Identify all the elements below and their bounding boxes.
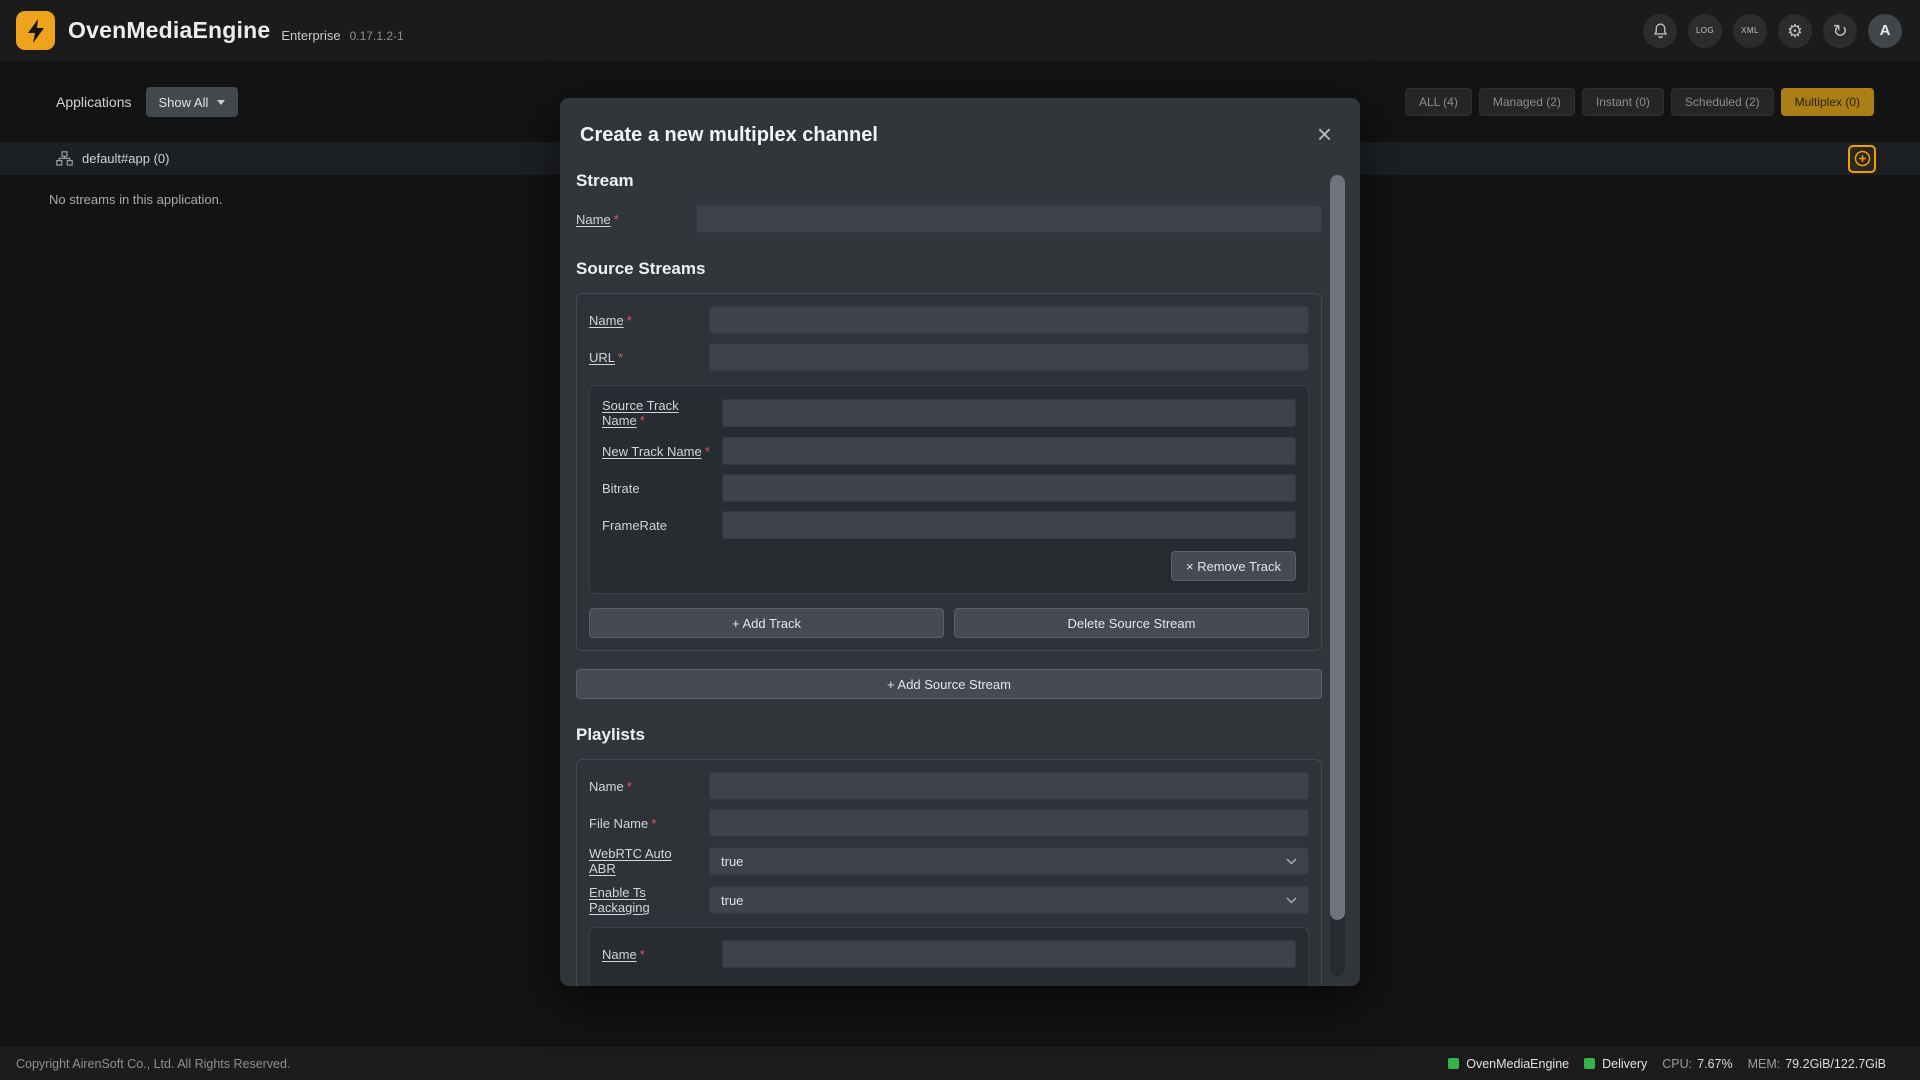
add-track-button[interactable]: + Add Track [589, 608, 944, 638]
channel-type-filters: ALL (4) Managed (2) Instant (0) Schedule… [1405, 88, 1874, 116]
filter-multiplex[interactable]: Multiplex (0) [1781, 88, 1874, 116]
remove-track-button[interactable]: × Remove Track [1171, 551, 1296, 581]
playlist-filename-input[interactable] [709, 809, 1309, 837]
xml-badge-text: XML [1741, 26, 1759, 35]
playlist-filename-label: File Name* [589, 816, 709, 831]
playlist-group: Name* File Name* WebRTC Auto ABR true [576, 759, 1322, 986]
status-footer: Copyright AirenSoft Co., Ltd. All Rights… [0, 1047, 1920, 1080]
user-avatar[interactable]: A [1868, 14, 1902, 48]
rendition-name-label: Name* [602, 947, 722, 962]
source-track-name-label: Source Track Name* [602, 398, 722, 428]
add-source-stream-button[interactable]: + Add Source Stream [576, 669, 1322, 699]
edition-label: Enterprise [281, 28, 340, 43]
source-track-name-input[interactable] [722, 399, 1296, 427]
source-url-row: URL* [589, 343, 1309, 371]
header-icon-group: LOG XML ⚙ ↻ A [1643, 14, 1902, 48]
lightning-logo-icon [16, 11, 55, 50]
stream-name-label: Name* [576, 212, 696, 227]
settings-gear-icon[interactable]: ⚙ [1778, 14, 1812, 48]
playlists-section-heading: Playlists [576, 725, 1322, 745]
engine-status: OvenMediaEngine [1448, 1057, 1569, 1071]
rendition-group: Name* [589, 927, 1309, 986]
notifications-bell-icon[interactable] [1643, 14, 1677, 48]
playlist-name-row: Name* [589, 772, 1309, 800]
playlist-filename-row: File Name* [589, 809, 1309, 837]
bitrate-row: Bitrate [602, 474, 1296, 502]
source-url-label: URL* [589, 350, 709, 365]
webrtc-abr-select[interactable]: true [709, 847, 1309, 875]
application-name: default#app (0) [82, 151, 169, 166]
delivery-status-ok-icon [1584, 1058, 1595, 1069]
framerate-label: FrameRate [602, 518, 722, 533]
bitrate-label: Bitrate [602, 481, 722, 496]
framerate-row: FrameRate [602, 511, 1296, 539]
memory-metric: MEM: 79.2GiB/122.7GiB [1748, 1057, 1886, 1071]
source-url-input[interactable] [709, 343, 1309, 371]
source-stream-group: Name* URL* Source Track Name* [576, 293, 1322, 651]
playlist-name-label: Name* [589, 779, 709, 794]
filter-all[interactable]: ALL (4) [1405, 88, 1472, 116]
cpu-metric: CPU: 7.67% [1662, 1057, 1732, 1071]
stream-name-row: Name* [576, 205, 1322, 233]
ts-packaging-select[interactable]: true [709, 886, 1309, 914]
ts-packaging-row: Enable Ts Packaging true [589, 885, 1309, 915]
source-name-row: Name* [589, 306, 1309, 334]
create-multiplex-channel-modal: Create a new multiplex channel × Stream … [560, 98, 1360, 986]
modal-header: Create a new multiplex channel × [560, 98, 1360, 147]
version-label: 0.17.1.2-1 [350, 29, 404, 43]
modal-scrollbar-track[interactable] [1330, 175, 1345, 976]
show-all-dropdown[interactable]: Show All [146, 87, 239, 117]
filter-managed[interactable]: Managed (2) [1479, 88, 1575, 116]
stream-name-input[interactable] [696, 205, 1322, 233]
log-file-icon[interactable]: LOG [1688, 14, 1722, 48]
ts-packaging-label: Enable Ts Packaging [589, 885, 709, 915]
source-name-label: Name* [589, 313, 709, 328]
log-badge-text: LOG [1696, 26, 1714, 35]
filter-instant[interactable]: Instant (0) [1582, 88, 1664, 116]
track-actions: × Remove Track [602, 551, 1296, 581]
restart-refresh-icon[interactable]: ↻ [1823, 14, 1857, 48]
filter-scheduled[interactable]: Scheduled (2) [1671, 88, 1774, 116]
app-header: OvenMediaEngine Enterprise 0.17.1.2-1 LO… [0, 0, 1920, 61]
new-track-name-label: New Track Name* [602, 444, 722, 459]
delivery-status: Delivery [1584, 1057, 1647, 1071]
delete-source-stream-button[interactable]: Delete Source Stream [954, 608, 1309, 638]
applications-label: Applications [56, 94, 132, 110]
rendition-name-row: Name* [602, 940, 1296, 968]
caret-down-icon [217, 100, 225, 105]
new-track-name-input[interactable] [722, 437, 1296, 465]
app-title: OvenMediaEngine [68, 17, 270, 44]
footer-status-group: OvenMediaEngine Delivery CPU: 7.67% MEM:… [1448, 1057, 1886, 1071]
rendition-name-input[interactable] [722, 940, 1296, 968]
chevron-down-icon [1286, 858, 1297, 865]
new-track-name-row: New Track Name* [602, 437, 1296, 465]
bitrate-input[interactable] [722, 474, 1296, 502]
stream-section-heading: Stream [576, 171, 1322, 191]
source-stream-actions: + Add Track Delete Source Stream [589, 608, 1309, 638]
source-streams-section-heading: Source Streams [576, 259, 1322, 279]
source-name-input[interactable] [709, 306, 1309, 334]
close-icon[interactable]: × [1313, 124, 1336, 144]
copyright-text: Copyright AirenSoft Co., Ltd. All Rights… [16, 1057, 290, 1071]
chevron-down-icon [1286, 897, 1297, 904]
webrtc-abr-label: WebRTC Auto ABR [589, 846, 709, 876]
track-group: Source Track Name* New Track Name* Bitra… [589, 385, 1309, 594]
webrtc-abr-row: WebRTC Auto ABR true [589, 846, 1309, 876]
engine-status-ok-icon [1448, 1058, 1459, 1069]
source-track-name-row: Source Track Name* [602, 398, 1296, 428]
modal-scrollbar-thumb[interactable] [1330, 175, 1345, 920]
add-multiplex-channel-button[interactable] [1848, 145, 1876, 173]
application-icon [56, 151, 73, 166]
xml-config-icon[interactable]: XML [1733, 14, 1767, 48]
modal-title: Create a new multiplex channel [580, 124, 878, 147]
modal-body: Stream Name* Source Streams Name* URL* [560, 147, 1360, 986]
framerate-input[interactable] [722, 511, 1296, 539]
playlist-name-input[interactable] [709, 772, 1309, 800]
